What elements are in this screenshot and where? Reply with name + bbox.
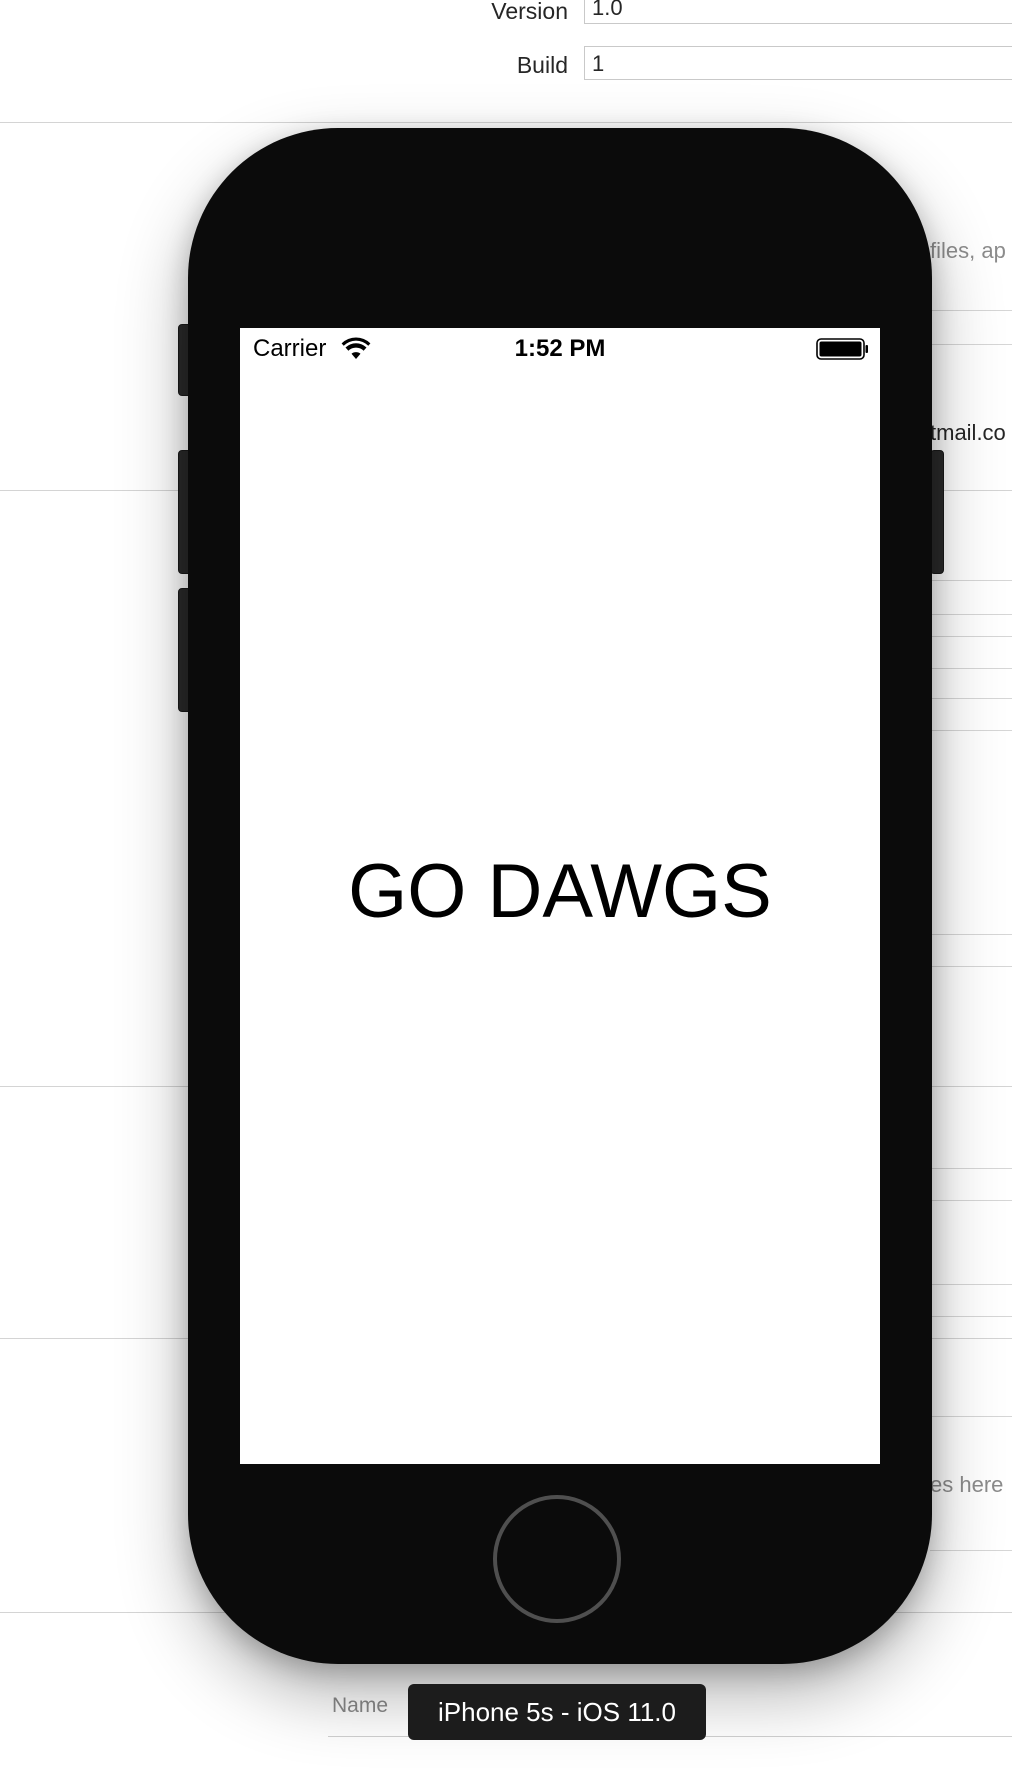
row-divider [930, 730, 1012, 731]
row-divider [930, 1416, 1012, 1417]
section-divider [0, 122, 1012, 123]
row-divider [930, 1168, 1012, 1169]
row-divider [930, 1316, 1012, 1317]
row-divider [930, 966, 1012, 967]
row-divider [930, 1550, 1012, 1551]
home-button[interactable] [493, 1495, 621, 1623]
version-label: Version [491, 0, 568, 24]
row-divider [930, 580, 1012, 581]
row-divider [930, 668, 1012, 669]
version-field[interactable]: 1.0 [584, 0, 1012, 24]
row-divider [930, 1200, 1012, 1201]
app-main-label: GO DAWGS [348, 849, 772, 934]
name-label: Name [332, 1694, 389, 1717]
status-bar: Carrier 1:52 PM [240, 328, 880, 368]
power-button [930, 450, 944, 574]
build-label: Build [516, 52, 568, 78]
build-field[interactable]: 1 [584, 46, 1012, 80]
row-divider [930, 698, 1012, 699]
battery-icon [816, 338, 868, 360]
row-divider [930, 934, 1012, 935]
row-divider [930, 1284, 1012, 1285]
placeholder-hint-text: es here [930, 1472, 1004, 1497]
row-divider [930, 310, 1012, 311]
row-divider [930, 614, 1012, 615]
desktop: Version 1.0 Build 1 files, ap tmail.co e… [0, 0, 1012, 1786]
signing-info-text: files, ap [930, 238, 1006, 263]
row-divider [930, 344, 1012, 345]
status-time: 1:52 PM [514, 335, 606, 362]
team-email-text: tmail.co [930, 420, 1006, 445]
device-name-tooltip: iPhone 5s - iOS 11.0 [408, 1684, 706, 1740]
simulator-screen[interactable]: Carrier 1:52 PM GO DAWGS [240, 328, 880, 1464]
row-divider [930, 636, 1012, 637]
